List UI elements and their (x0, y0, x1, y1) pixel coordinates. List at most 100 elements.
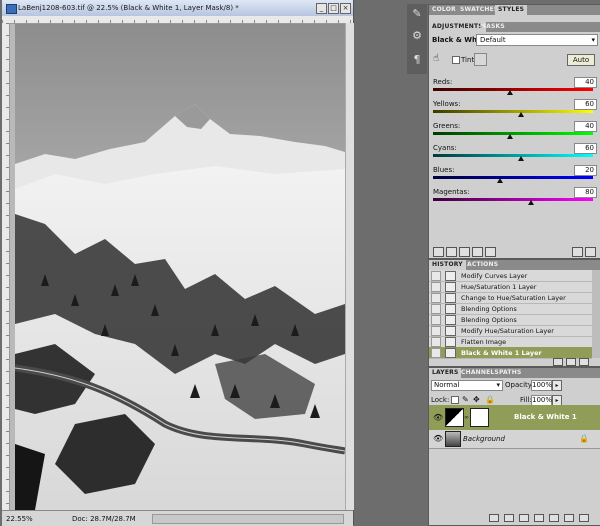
opacity-arrow-icon[interactable]: ▸ (552, 380, 562, 391)
zoom-level[interactable]: 22.55% (6, 515, 33, 523)
link-layers-icon[interactable] (489, 514, 499, 522)
slider-label: Blues: (433, 166, 455, 174)
slider-knob[interactable] (506, 134, 513, 139)
color-slider[interactable]: Magentas: 80 (433, 187, 597, 210)
color-slider[interactable]: Yellows: 60 (433, 99, 597, 122)
color-slider[interactable]: Cyans: 60 (433, 143, 597, 166)
tab-layers[interactable]: LAYERS (429, 368, 462, 378)
history-source-checkbox[interactable] (431, 293, 441, 303)
doc-size[interactable]: Doc: 28.7M/28.7M (72, 515, 136, 523)
trash-icon[interactable] (579, 514, 589, 522)
auto-button[interactable]: Auto (567, 54, 595, 66)
history-source-checkbox[interactable] (431, 282, 441, 292)
minimize-icon[interactable]: _ (316, 3, 327, 14)
slider-track[interactable] (433, 176, 593, 179)
tint-checkbox[interactable] (452, 56, 460, 64)
slider-track[interactable] (433, 88, 593, 91)
close-icon[interactable]: × (340, 3, 351, 14)
vertical-scrollbar[interactable] (345, 23, 354, 510)
vertical-ruler[interactable] (2, 23, 10, 510)
color-slider[interactable]: Blues: 20 (433, 165, 597, 188)
color-slider[interactable]: Reds: 40 (433, 77, 597, 100)
horizontal-scrollbar[interactable] (152, 514, 344, 524)
new-layer-icon[interactable] (564, 514, 574, 522)
opacity-input[interactable]: 100% (531, 380, 552, 391)
slider-knob[interactable] (497, 178, 504, 183)
camera-icon[interactable] (566, 358, 576, 366)
folder-icon[interactable] (549, 514, 559, 522)
adjustment-layer-icon (445, 408, 464, 427)
paragraph-icon[interactable]: ¶ (411, 54, 423, 66)
hand-target-icon[interactable]: ☝ (433, 54, 443, 64)
slider-value-input[interactable]: 40 (574, 77, 597, 88)
slider-track[interactable] (433, 154, 593, 157)
eye-icon[interactable]: 👁 (433, 413, 443, 422)
layer-mask-thumbnail[interactable] (470, 408, 489, 427)
history-state-icon (445, 293, 456, 303)
history-scrollbar[interactable] (592, 270, 600, 358)
slider-track[interactable] (433, 132, 593, 135)
visibility-icon[interactable] (472, 247, 483, 257)
new-document-icon[interactable] (553, 358, 563, 366)
maximize-icon[interactable]: □ (328, 3, 339, 14)
history-state-icon (445, 326, 456, 336)
document-window: LaBenj1208-603.tif @ 22.5% (Black & Whit… (2, 0, 354, 526)
layer-row[interactable]: 👁 ∞ Black & White 1 (429, 405, 600, 430)
document-title-bar[interactable]: LaBenj1208-603.tif @ 22.5% (Black & Whit… (2, 0, 353, 17)
slider-value-input[interactable]: 60 (574, 143, 597, 154)
blend-mode-select[interactable]: Normal ▾ (431, 380, 503, 391)
brush-icon[interactable]: ✎ (411, 8, 423, 20)
view-previous-icon[interactable] (485, 247, 496, 257)
history-source-checkbox[interactable] (431, 337, 441, 347)
lock-brush-icon[interactable]: ✎ (462, 395, 469, 404)
slider-knob[interactable] (527, 200, 534, 205)
slider-value-input[interactable]: 40 (574, 121, 597, 132)
clip-layer-icon[interactable] (459, 247, 470, 257)
layer-row[interactable]: 👁 Background 🔒 (429, 430, 600, 449)
history-source-checkbox[interactable] (431, 315, 441, 325)
tab-styles[interactable]: STYLES (495, 5, 528, 15)
tab-masks[interactable]: MASKS (477, 22, 508, 32)
eye-icon[interactable]: 👁 (433, 434, 443, 443)
expand-view-icon[interactable] (446, 247, 457, 257)
return-icon[interactable] (433, 247, 444, 257)
layers-tabbar: LAYERS CHANNELS PATHS (429, 368, 600, 378)
history-source-checkbox[interactable] (431, 326, 441, 336)
tool-presets-icon[interactable]: ⚙ (411, 30, 423, 42)
slider-track[interactable] (433, 198, 593, 201)
add-mask-icon[interactable] (519, 514, 529, 522)
lock-transparent-icon[interactable] (451, 396, 459, 404)
tint-color-swatch[interactable] (474, 53, 487, 66)
reset-icon[interactable] (572, 247, 583, 257)
lock-move-icon[interactable]: ✥ (473, 395, 480, 404)
tab-actions[interactable]: ACTIONS (464, 260, 501, 270)
adjustments-tabbar: ADJUSTMENTS MASKS (429, 22, 600, 32)
fx-icon[interactable] (504, 514, 514, 522)
history-state-icon (445, 304, 456, 314)
history-source-checkbox[interactable] (431, 271, 441, 281)
slider-value-input[interactable]: 20 (574, 165, 597, 176)
slider-value-input[interactable]: 80 (574, 187, 597, 198)
history-source-checkbox[interactable] (431, 348, 441, 358)
color-slider[interactable]: Greens: 40 (433, 121, 597, 144)
chain-link-icon[interactable]: ∞ (464, 414, 469, 421)
slider-knob[interactable] (506, 90, 513, 95)
tab-color[interactable]: COLOR (429, 5, 459, 15)
slider-value-input[interactable]: 60 (574, 99, 597, 110)
horizontal-ruler[interactable] (2, 16, 353, 24)
slider-track[interactable] (433, 110, 593, 113)
image-canvas[interactable] (15, 24, 345, 510)
slider-knob[interactable] (518, 112, 524, 117)
preset-select[interactable]: Default ▾ (476, 34, 598, 46)
slider-label: Yellows: (433, 100, 461, 108)
trash-icon[interactable] (585, 247, 596, 257)
history-source-checkbox[interactable] (431, 304, 441, 314)
lock-all-icon[interactable]: 🔒 (485, 395, 495, 404)
history-item-label: Modify Curves Layer (461, 272, 528, 280)
tab-history[interactable]: HISTORY (429, 260, 466, 270)
slider-knob[interactable] (518, 156, 524, 161)
tab-paths[interactable]: PATHS (496, 368, 524, 378)
adjustment-layer-button-icon[interactable] (534, 514, 544, 522)
history-state-icon (445, 271, 456, 281)
trash-icon[interactable] (579, 358, 589, 366)
